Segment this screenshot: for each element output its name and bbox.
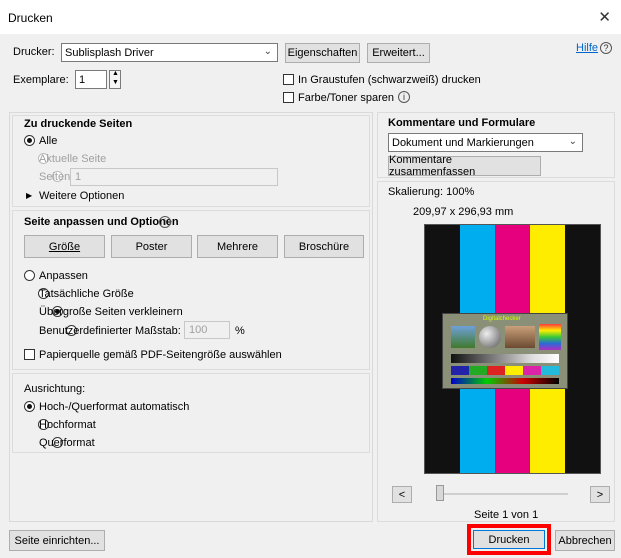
info-icon[interactable]: i — [159, 216, 171, 228]
orientation-heading: Ausrichtung: — [24, 383, 86, 395]
chevron-down-icon: ⌄ — [263, 46, 272, 57]
copies-input[interactable]: 1 — [75, 70, 107, 89]
expand-arrow-icon[interactable]: ▶ — [26, 191, 32, 200]
window-title: Drucken — [8, 11, 53, 25]
current-page-label: Aktuelle Seite — [39, 153, 107, 165]
chevron-right-icon: > — [596, 488, 604, 501]
more-options-link[interactable]: Weitere Optionen — [39, 190, 124, 202]
stepper-up-icon[interactable]: ▲ — [112, 70, 119, 77]
help-link[interactable]: Hilfe — [576, 42, 598, 54]
help-icon[interactable]: ? — [600, 42, 612, 54]
comments-heading: Kommentare und Formulare — [388, 117, 536, 129]
stepper-down-icon[interactable]: ▼ — [112, 79, 119, 86]
test-chart-spectrum — [539, 324, 561, 350]
save-toner-label: Farbe/Toner sparen — [298, 92, 394, 104]
size-button[interactable]: Größe — [24, 235, 105, 258]
fit-radio[interactable] — [24, 270, 35, 281]
portrait-label: Hochformat — [39, 419, 96, 431]
prev-page-button[interactable]: < — [392, 486, 412, 503]
multiple-button[interactable]: Mehrere — [197, 235, 278, 258]
booklet-button[interactable]: Broschüre — [284, 235, 364, 258]
actual-size-label: Tatsächliche Größe — [39, 288, 134, 300]
summarize-comments-button[interactable]: Kommentare zusammenfassen — [388, 154, 541, 178]
landscape-label: Querformat — [39, 437, 95, 449]
test-chart-sphere — [479, 326, 501, 348]
percent-label: % — [235, 325, 245, 337]
properties-button[interactable]: Eigenschaften — [285, 43, 360, 63]
all-pages-radio[interactable] — [24, 135, 35, 146]
chevron-left-icon: < — [398, 488, 406, 501]
test-chart-color-patches — [451, 366, 559, 375]
info-icon[interactable]: i — [398, 91, 410, 103]
grayscale-label: In Graustufen (schwarzweiß) drucken — [298, 74, 481, 86]
fit-label: Anpassen — [39, 270, 88, 282]
page-range-value: 1 — [75, 171, 82, 183]
auto-orientation-label: Hoch-/Querformat automatisch — [39, 401, 190, 413]
test-chart-photo — [451, 326, 475, 348]
paper-source-checkbox[interactable] — [24, 349, 35, 360]
printer-dropdown[interactable]: Sublisplash Driver ⌄ — [61, 43, 278, 62]
printer-selected: Sublisplash Driver — [65, 47, 154, 59]
copies-label: Exemplare: — [13, 74, 69, 86]
copies-stepper[interactable]: ▲ ▼ — [109, 70, 121, 89]
page-setup-button[interactable]: Seite einrichten... — [9, 530, 105, 551]
preview-test-chart: Digitalchecker — [442, 313, 568, 389]
page-range-input[interactable]: 1 — [70, 168, 278, 186]
pages-to-print-heading: Zu druckende Seiten — [24, 118, 133, 130]
shrink-label: Übergroße Seiten verkleinern — [39, 306, 183, 318]
scaling-label: Skalierung: 100% — [388, 186, 475, 198]
custom-scale-label: Benutzerdefinierter Maßstab: — [39, 325, 181, 337]
page-slider-track[interactable] — [438, 493, 568, 495]
page-sizing-heading: Seite anpassen und Optionen — [24, 216, 179, 228]
page-slider-thumb[interactable] — [436, 485, 444, 501]
orientation-section: Ausrichtung: Hoch-/Querformat automatisc… — [12, 373, 370, 453]
test-chart-title: Digitalchecker — [483, 316, 521, 322]
cancel-button[interactable]: Abbrechen — [555, 530, 615, 551]
page-dimensions: 209,97 x 296,93 mm — [413, 206, 514, 218]
close-icon[interactable]: ✕ — [598, 8, 611, 26]
test-chart-portrait — [505, 326, 535, 348]
copies-value: 1 — [79, 74, 86, 86]
page-range-label: Seiten — [39, 171, 71, 183]
preview-section: Skalierung: 100% 209,97 x 296,93 mm Digi… — [377, 181, 615, 522]
all-pages-label: Alle — [39, 135, 58, 147]
preview-stripe-black-right — [565, 225, 600, 473]
auto-orientation-radio[interactable] — [24, 401, 35, 412]
comments-section: Kommentare und Formulare Dokument und Ma… — [377, 112, 615, 178]
comments-selected: Dokument und Markierungen — [392, 137, 534, 149]
test-chart-band — [451, 378, 559, 384]
title-bar: Drucken ✕ — [0, 0, 621, 34]
poster-button[interactable]: Poster — [111, 235, 192, 258]
comments-dropdown[interactable]: Dokument und Markierungen ⌄ — [388, 133, 583, 152]
save-toner-checkbox[interactable] — [283, 92, 294, 103]
advanced-button[interactable]: Erweitert... — [367, 43, 430, 63]
chevron-down-icon: ⌄ — [568, 136, 577, 147]
custom-scale-value: 100 — [189, 324, 208, 336]
printer-label: Drucker: — [13, 46, 55, 58]
custom-scale-input[interactable]: 100 — [184, 321, 230, 339]
paper-source-label: Papierquelle gemäß PDF-Seitengröße auswä… — [39, 349, 282, 361]
printer-section: Drucker: Sublisplash Driver ⌄ Eigenschaf… — [0, 34, 621, 112]
print-button[interactable]: Drucken — [473, 530, 545, 549]
test-chart-grayscale — [451, 354, 559, 363]
grayscale-checkbox[interactable] — [283, 74, 294, 85]
pages-to-print-section: Zu druckende Seiten Alle Aktuelle Seite … — [12, 115, 370, 207]
next-page-button[interactable]: > — [590, 486, 610, 503]
page-indicator: Seite 1 von 1 — [474, 509, 539, 521]
page-sizing-section: Seite anpassen und Optionen i Größe Post… — [12, 210, 370, 370]
